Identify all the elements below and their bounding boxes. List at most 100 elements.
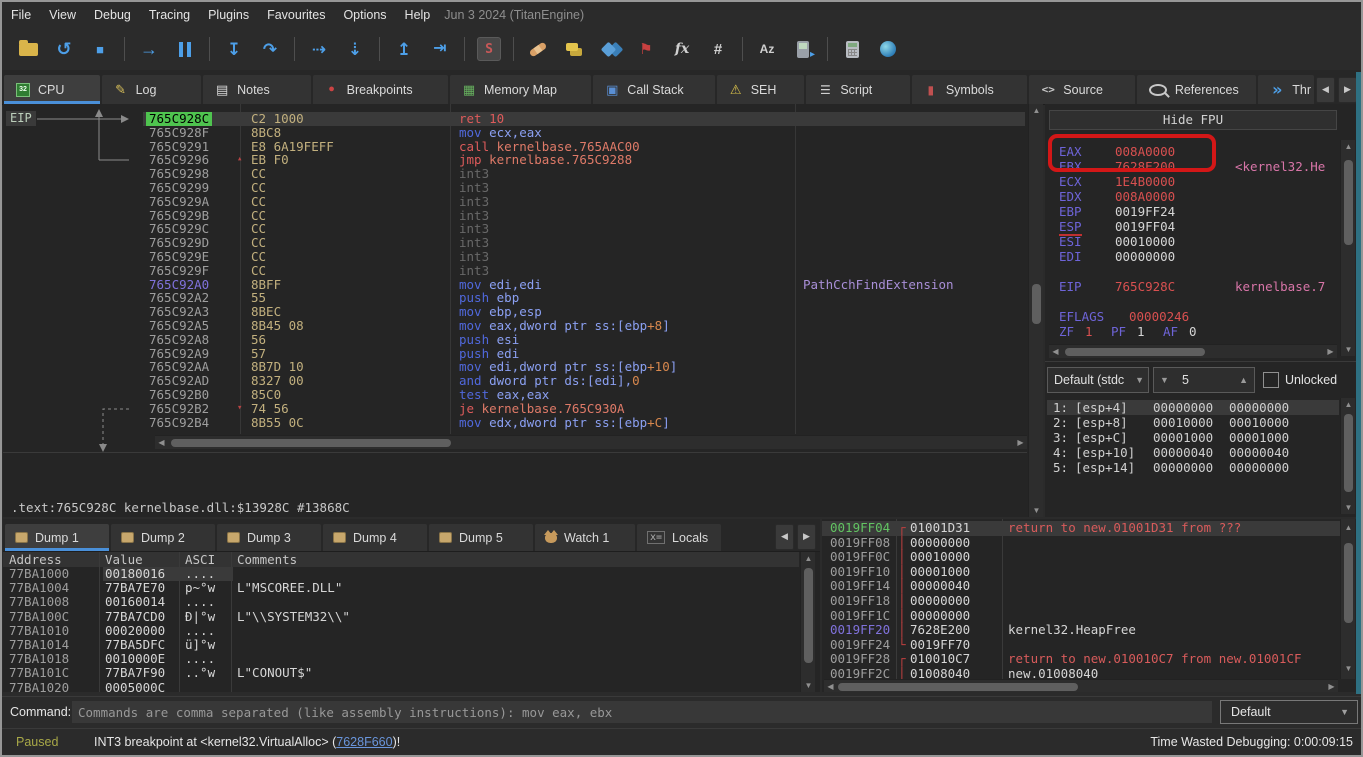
disasm-row[interactable]: 765C9299CCint3 (3, 181, 1025, 195)
disasm-row[interactable]: 765C92AA8B7D 10mov edi,dword ptr ss:[ebp… (3, 360, 1025, 374)
bookmarks-button[interactable]: ⚑ (628, 34, 664, 64)
dump-row[interactable]: 77BA10200005000C (3, 681, 799, 692)
open-file-button[interactable] (10, 34, 46, 64)
tab-cpu[interactable]: 32CPU (4, 75, 100, 104)
pause-button[interactable] (167, 34, 203, 64)
register-row[interactable]: EDX008A0000 (1045, 189, 1340, 204)
tab-scroll-right-button[interactable]: ▶ (1338, 77, 1357, 103)
scrollbar-thumb[interactable] (1032, 284, 1041, 324)
tab-scroll-left-button[interactable]: ◀ (1316, 77, 1335, 103)
disasm-row[interactable]: 765C928CC2 1000ret 10 (3, 112, 1025, 126)
hash-button[interactable]: # (700, 34, 736, 64)
disassembly-h-scrollbar[interactable]: ◀ ▶ (155, 435, 1027, 449)
disasm-row[interactable]: 765C9291E8 6A19FEFFcall kernelbase.765AA… (3, 140, 1025, 154)
argument-row[interactable]: 1:[esp+4]0000000000000000 (1047, 400, 1339, 415)
menu-view[interactable]: View (40, 2, 85, 28)
stack-row[interactable]: 0019FF20│7628E200kernel32.HeapFree (822, 623, 1340, 638)
tab-memory-map[interactable]: ▦Memory Map (450, 75, 591, 104)
comments-button[interactable] (556, 34, 592, 64)
spinner-down-icon[interactable]: ▼ (1160, 368, 1169, 392)
menu-help[interactable]: Help (396, 2, 440, 28)
argument-row[interactable]: 2:[esp+8]0001000000010000 (1047, 415, 1339, 430)
dump-row[interactable]: 77BA10180010000E.... (3, 652, 799, 666)
scrollbar-thumb[interactable] (1344, 543, 1353, 623)
register-row[interactable]: ESI00010000 (1045, 234, 1340, 249)
trace-into-button[interactable]: ⇢ (301, 34, 337, 64)
disasm-row[interactable]: 765C92A957push edi (3, 347, 1025, 361)
tab-dump-2[interactable]: Dump 2 (111, 524, 215, 551)
disasm-row[interactable]: 765C9298CCint3 (3, 167, 1025, 181)
tab-source[interactable]: <>Source (1029, 75, 1135, 104)
stack-row[interactable]: 0019FF1C│00000000 (822, 609, 1340, 624)
scrollbar-thumb[interactable] (1065, 348, 1205, 356)
dump-row[interactable]: 77BA101C77BA7F90..°wL"CONOUT$" (3, 666, 799, 680)
scrollbar-thumb[interactable] (804, 568, 813, 663)
disasm-row[interactable]: 765C928F8BC8mov ecx,eax (3, 126, 1025, 140)
disasm-row[interactable]: 765C929CCCint3 (3, 222, 1025, 236)
hide-fpu-button[interactable]: Hide FPU (1049, 110, 1337, 130)
tab-log[interactable]: ✎Log (102, 75, 202, 104)
arguments-v-scrollbar[interactable]: ▲ ▼ (1340, 398, 1355, 514)
tab-dump-4[interactable]: Dump 4 (323, 524, 427, 551)
register-row[interactable]: EIP765C928Ckernelbase.7 (1045, 279, 1340, 294)
menu-debug[interactable]: Debug (85, 2, 140, 28)
command-input[interactable] (72, 701, 1212, 723)
stack-row[interactable]: 0019FF0C│00010000 (822, 550, 1340, 565)
command-profile-select[interactable]: Default ▼ (1220, 700, 1358, 724)
dump-row[interactable]: 77BA101477BA5DFCü]°w (3, 638, 799, 652)
tab-watch-1[interactable]: Watch 1 (535, 524, 635, 551)
unlocked-checkbox[interactable] (1263, 372, 1279, 388)
dump-tab-scroll-right-button[interactable]: ▶ (797, 524, 816, 550)
tab-call-stack[interactable]: ▣Call Stack (593, 75, 714, 104)
tab-dump-1[interactable]: Dump 1 (5, 524, 109, 551)
stack-v-scrollbar[interactable]: ▲ ▼ (1340, 519, 1355, 679)
scrollbar-thumb[interactable] (1344, 160, 1353, 245)
disasm-row[interactable]: 765C92B48B55 0Cmov edx,dword ptr ss:[ebp… (3, 416, 1025, 430)
stack-row[interactable]: 0019FF10│00001000 (822, 565, 1340, 580)
scrollbar-thumb[interactable] (1344, 414, 1353, 492)
spinner-up-icon[interactable]: ▲ (1239, 368, 1248, 392)
dump-tab-scroll-left-button[interactable]: ◀ (775, 524, 794, 550)
dump-v-scrollbar[interactable]: ▲ ▼ (800, 552, 815, 692)
trace-over-button[interactable]: ⇣ (337, 34, 373, 64)
registers-h-scrollbar[interactable]: ◀ ▶ (1049, 344, 1337, 358)
disasm-row[interactable]: 765C9296▴EB F0jmp kernelbase.765C9288 (3, 153, 1025, 167)
scrollbar-thumb[interactable] (171, 439, 451, 447)
register-row[interactable]: ESP0019FF04 (1045, 219, 1340, 234)
register-row[interactable]: EDI00000000 (1045, 249, 1340, 264)
disasm-row[interactable]: 765C92A255push ebp (3, 291, 1025, 305)
menu-plugins[interactable]: Plugins (199, 2, 258, 28)
stack-h-scrollbar[interactable]: ◀ ▶ (824, 679, 1338, 692)
dump-row[interactable]: 77BA100C77BA7CD0Ð|°wL"\\SYSTEM32\\" (3, 610, 799, 624)
tab-notes[interactable]: ▤Notes (203, 75, 311, 104)
functions-button[interactable]: fx (664, 34, 700, 64)
disasm-row[interactable]: 765C92A856push esi (3, 333, 1025, 347)
menu-tracing[interactable]: Tracing (140, 2, 199, 28)
calling-convention-select[interactable]: Default (stdc ▼ (1047, 367, 1149, 393)
argument-row[interactable]: 5:[esp+14]0000000000000000 (1047, 460, 1339, 475)
dump-row[interactable]: 77BA100000180016.... (3, 567, 799, 581)
internet-button[interactable] (870, 34, 906, 64)
argument-row[interactable]: 3:[esp+C]0000100000001000 (1047, 430, 1339, 445)
step-into-button[interactable]: ↧ (216, 34, 252, 64)
stack-row[interactable]: 0019FF08│00000000 (822, 536, 1340, 551)
run-to-user-code-button[interactable]: ⇥ (422, 34, 458, 64)
restart-button[interactable]: ↺ (46, 34, 82, 64)
tab-symbols[interactable]: ▮Symbols (912, 75, 1027, 104)
dump-row[interactable]: 77BA100477BA7E70p~°wL"MSCOREE.DLL" (3, 581, 799, 595)
close-button[interactable]: ■ (82, 34, 118, 64)
stack-row[interactable]: 0019FF24└0019FF70 (822, 638, 1340, 653)
disasm-row[interactable]: 765C92AD8327 00and dword ptr ds:[edi],0 (3, 374, 1025, 388)
disasm-row[interactable]: 765C92A08BFFmov edi,ediPathCchFindExtens… (3, 278, 1025, 292)
menu-favourites[interactable]: Favourites (258, 2, 334, 28)
labels-button[interactable] (592, 34, 628, 64)
step-over-button[interactable]: ↷ (252, 34, 288, 64)
scrollbar-thumb[interactable] (838, 683, 1078, 691)
argument-row[interactable]: 4:[esp+10]0000004000000040 (1047, 445, 1339, 460)
tab-seh[interactable]: ⚠SEH (717, 75, 805, 104)
disassembly-v-scrollbar[interactable]: ▲ ▼ (1028, 104, 1043, 517)
execute-till-return-button[interactable]: ↥ (386, 34, 422, 64)
dump-row[interactable]: 77BA101000020000.... (3, 624, 799, 638)
dump-row[interactable]: 77BA100800160014.... (3, 595, 799, 609)
disasm-row[interactable]: 765C929ECCint3 (3, 250, 1025, 264)
